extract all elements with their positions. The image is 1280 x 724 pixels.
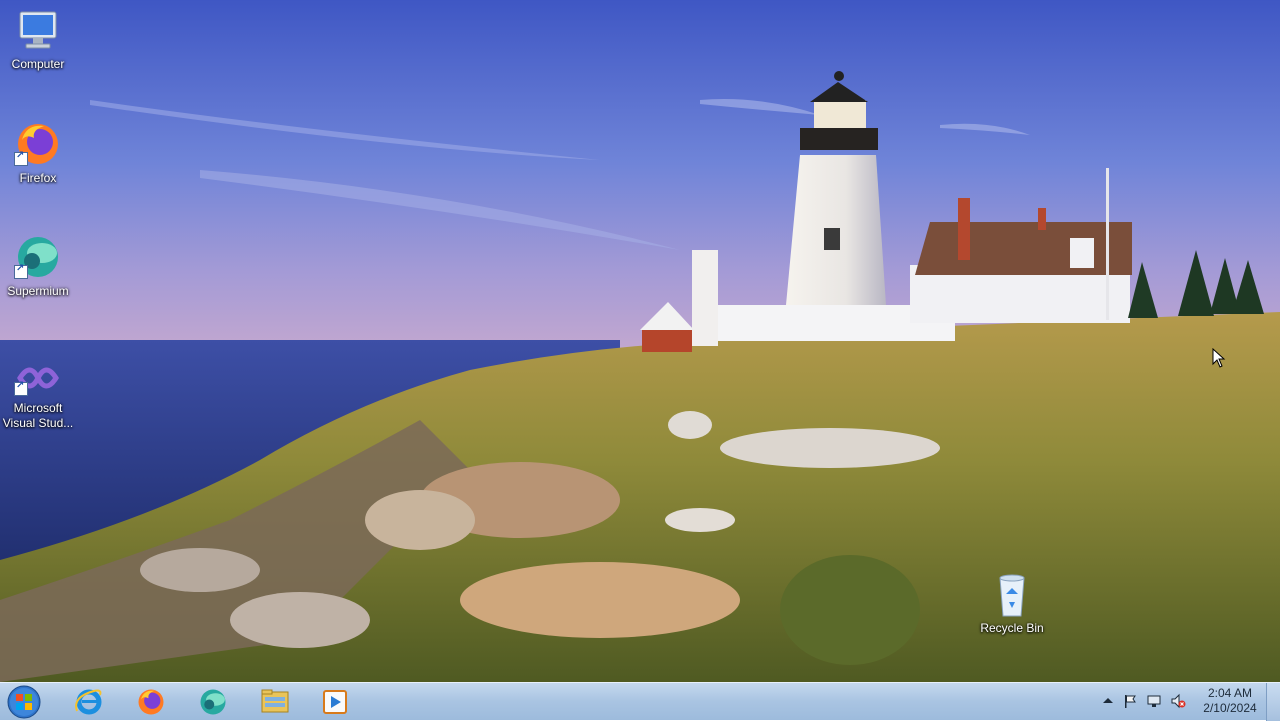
desktop-icon-label: Computer: [11, 57, 65, 71]
shortcut-arrow-icon: [14, 263, 28, 279]
show-hidden-icons-chevron-icon[interactable]: [1100, 693, 1116, 709]
supermium-icon: [200, 689, 226, 715]
computer-icon: [19, 11, 57, 49]
desktop-icon-label: Recycle Bin: [980, 621, 1044, 635]
taskbar-media-player[interactable]: [312, 685, 358, 719]
desktop-icon-recycle-bin[interactable]: Recycle Bin: [974, 572, 1050, 636]
desktop-icon-computer[interactable]: Computer: [0, 8, 76, 72]
media-player-icon: [323, 690, 347, 714]
clock-date: 2/10/2024: [1203, 701, 1257, 715]
shortcut-arrow-icon: [14, 380, 28, 396]
clock-time: 2:04 AM: [1207, 686, 1253, 700]
shortcut-arrow-icon: [14, 150, 28, 166]
mouse-cursor-icon: [1212, 348, 1226, 368]
network-icon[interactable]: [1146, 693, 1162, 709]
taskbar-file-explorer[interactable]: [252, 685, 298, 719]
taskbar: 2:04 AM 2/10/2024: [0, 682, 1280, 721]
recycle-bin-icon: [999, 574, 1025, 617]
desktop-icon-label: Microsoft Visual Stud...: [2, 401, 74, 430]
volume-muted-icon[interactable]: [1170, 693, 1186, 709]
desktop-icon-firefox[interactable]: Firefox: [0, 120, 76, 186]
desktop-icon-supermium[interactable]: Supermium: [0, 233, 76, 299]
desktop-icon-label: Firefox: [19, 171, 57, 185]
start-button[interactable]: [6, 684, 42, 720]
desktop[interactable]: Computer Firefox Supermium Microsoft Vis…: [0, 0, 1280, 682]
action-center-flag-icon[interactable]: [1122, 693, 1138, 709]
desktop-icon-label: Supermium: [7, 284, 69, 298]
desktop-icon-visual-studio[interactable]: Microsoft Visual Stud...: [0, 358, 76, 431]
show-desktop-button[interactable]: [1266, 683, 1280, 721]
taskbar-internet-explorer[interactable]: [66, 685, 112, 719]
firefox-icon: [138, 689, 164, 715]
taskbar-clock[interactable]: 2:04 AM 2/10/2024: [1198, 686, 1262, 716]
taskbar-supermium[interactable]: [190, 685, 236, 719]
file-explorer-icon: [261, 689, 289, 713]
internet-explorer-icon: [75, 689, 102, 715]
wallpaper-lighthouse: [0, 0, 1280, 682]
windows-logo-icon: [7, 685, 41, 719]
taskbar-firefox[interactable]: [128, 685, 174, 719]
